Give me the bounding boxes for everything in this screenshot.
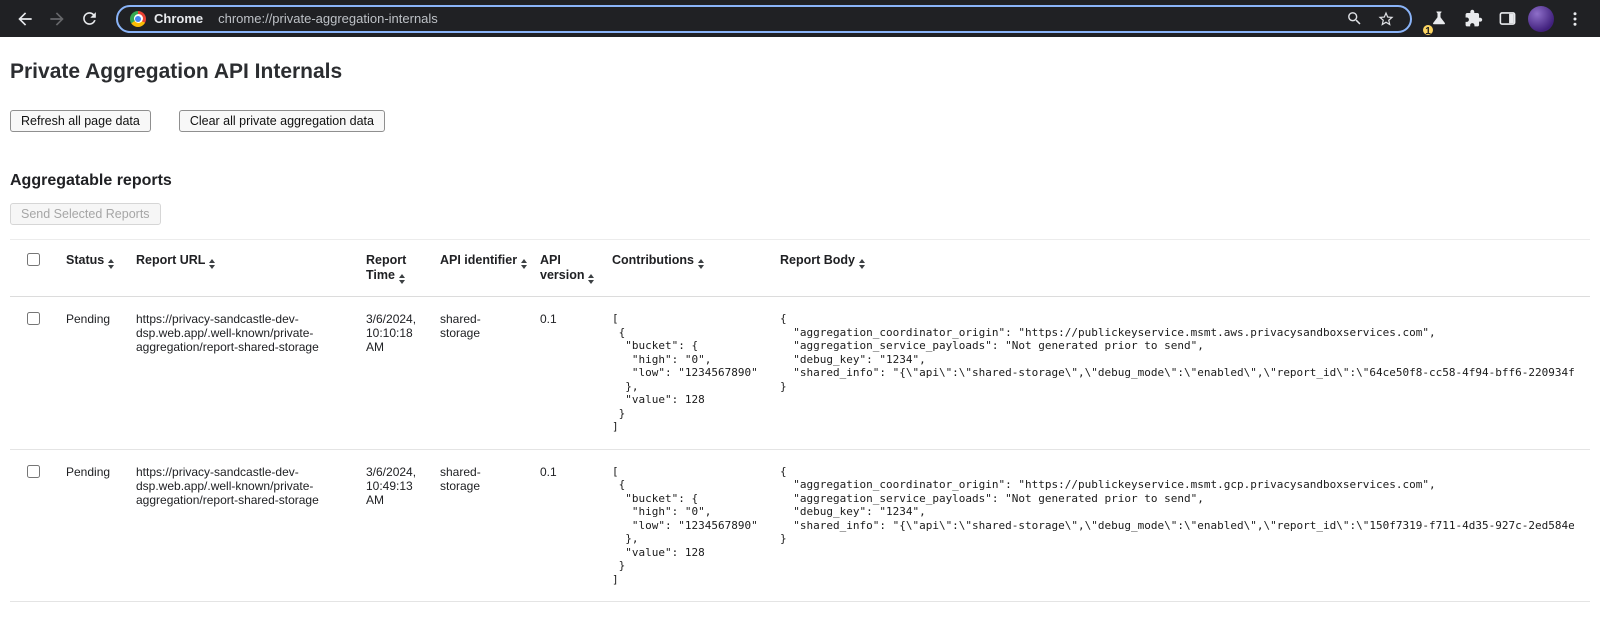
column-header-contributions[interactable]: Contributions: [612, 240, 780, 297]
column-header-label: Report URL: [136, 253, 205, 267]
column-header-label: API identifier: [440, 253, 517, 267]
sort-icon: [521, 259, 527, 269]
search-icon[interactable]: [1342, 7, 1366, 31]
row-select-cell: [10, 449, 66, 602]
contributions-json: [ { "bucket": { "high": "0", "low": "123…: [612, 312, 764, 434]
report-url-cell: https://privacy-sandcastle-dev-dsp.web.a…: [136, 297, 366, 450]
column-header-api-version[interactable]: API version: [540, 240, 612, 297]
report-body-json: { "aggregation_coordinator_origin": "htt…: [780, 312, 1574, 393]
select-all-checkbox[interactable]: [27, 253, 40, 266]
kebab-menu-icon[interactable]: [1560, 4, 1590, 34]
report-url: https://privacy-sandcastle-dev-dsp.web.a…: [136, 465, 322, 507]
table-row: Pending https://privacy-sandcastle-dev-d…: [10, 297, 1590, 450]
status-cell: Pending: [66, 297, 136, 450]
row-checkbox[interactable]: [27, 465, 40, 478]
sort-icon: [399, 274, 405, 284]
chrome-logo-icon: [130, 11, 146, 27]
column-header-label: Report Body: [780, 253, 855, 267]
report-time: 3/6/2024, 10:10:18 AM: [366, 312, 424, 354]
page-content: Private Aggregation API Internals Refres…: [0, 59, 1600, 602]
browser-toolbar: Chrome chrome://private-aggregation-inte…: [0, 0, 1600, 37]
column-header-label: Contributions: [612, 253, 694, 267]
api-version-cell: 0.1: [540, 297, 612, 450]
sort-icon: [588, 274, 594, 284]
table-row: Pending https://privacy-sandcastle-dev-d…: [10, 449, 1590, 602]
status-cell: Pending: [66, 449, 136, 602]
column-header-report-url[interactable]: Report URL: [136, 240, 366, 297]
omnibox-url[interactable]: chrome://private-aggregation-internals: [218, 11, 438, 26]
column-header-api-identifier[interactable]: API identifier: [440, 240, 540, 297]
contributions-cell: [ { "bucket": { "high": "0", "low": "123…: [612, 449, 780, 602]
section-title: Aggregatable reports: [10, 172, 1590, 190]
sort-icon: [698, 259, 704, 269]
side-panel-icon[interactable]: [1492, 4, 1522, 34]
report-time-cell: 3/6/2024, 10:10:18 AM: [366, 297, 440, 450]
report-url: https://privacy-sandcastle-dev-dsp.web.a…: [136, 312, 322, 354]
column-header-label: Status: [66, 253, 104, 267]
back-icon[interactable]: [10, 4, 40, 34]
page-title: Private Aggregation API Internals: [10, 59, 1590, 85]
notification-badge: 1: [1421, 23, 1435, 37]
column-header-status[interactable]: Status: [66, 240, 136, 297]
api-identifier-cell: shared-storage: [440, 297, 540, 450]
omnibox[interactable]: Chrome chrome://private-aggregation-inte…: [116, 5, 1412, 33]
clear-all-button[interactable]: Clear all private aggregation data: [179, 110, 385, 132]
report-body-json: { "aggregation_coordinator_origin": "htt…: [780, 465, 1574, 546]
column-header-report-body[interactable]: Report Body: [780, 240, 1590, 297]
api-version-cell: 0.1: [540, 449, 612, 602]
row-checkbox[interactable]: [27, 312, 40, 325]
contributions-cell: [ { "bucket": { "high": "0", "low": "123…: [612, 297, 780, 450]
forward-icon[interactable]: [42, 4, 72, 34]
extensions-puzzle-icon[interactable]: [1458, 4, 1488, 34]
sort-icon: [209, 259, 215, 269]
report-time: 3/6/2024, 10:49:13 AM: [366, 465, 424, 507]
refresh-all-button[interactable]: Refresh all page data: [10, 110, 151, 132]
toolbar-right-cluster: 1: [1424, 4, 1590, 34]
reload-icon[interactable]: [74, 4, 104, 34]
avatar: [1528, 6, 1554, 32]
report-time-cell: 3/6/2024, 10:49:13 AM: [366, 449, 440, 602]
table-header-row: Status Report URL Report Time API identi…: [10, 240, 1590, 297]
aggregatable-reports-table: Status Report URL Report Time API identi…: [10, 239, 1590, 602]
experiments-icon[interactable]: 1: [1424, 4, 1454, 34]
api-identifier: shared-storage: [440, 312, 500, 340]
contributions-json: [ { "bucket": { "high": "0", "low": "123…: [612, 465, 764, 587]
omnibox-chip-label: Chrome: [154, 11, 203, 26]
report-url-cell: https://privacy-sandcastle-dev-dsp.web.a…: [136, 449, 366, 602]
column-header-label: API version: [540, 253, 584, 282]
api-identifier: shared-storage: [440, 465, 500, 493]
page-action-buttons: Refresh all page data Clear all private …: [10, 110, 1590, 132]
row-select-cell: [10, 297, 66, 450]
sort-icon: [108, 259, 114, 269]
report-body-cell: { "aggregation_coordinator_origin": "htt…: [780, 297, 1590, 450]
send-selected-reports-button[interactable]: Send Selected Reports: [10, 203, 161, 225]
send-row: Send Selected Reports: [10, 203, 1590, 225]
column-header-report-time[interactable]: Report Time: [366, 240, 440, 297]
sort-icon: [859, 259, 865, 269]
bookmark-star-icon[interactable]: [1374, 7, 1398, 31]
select-all-cell: [10, 240, 66, 297]
profile-avatar[interactable]: [1526, 4, 1556, 34]
api-identifier-cell: shared-storage: [440, 449, 540, 602]
report-body-cell: { "aggregation_coordinator_origin": "htt…: [780, 449, 1590, 602]
